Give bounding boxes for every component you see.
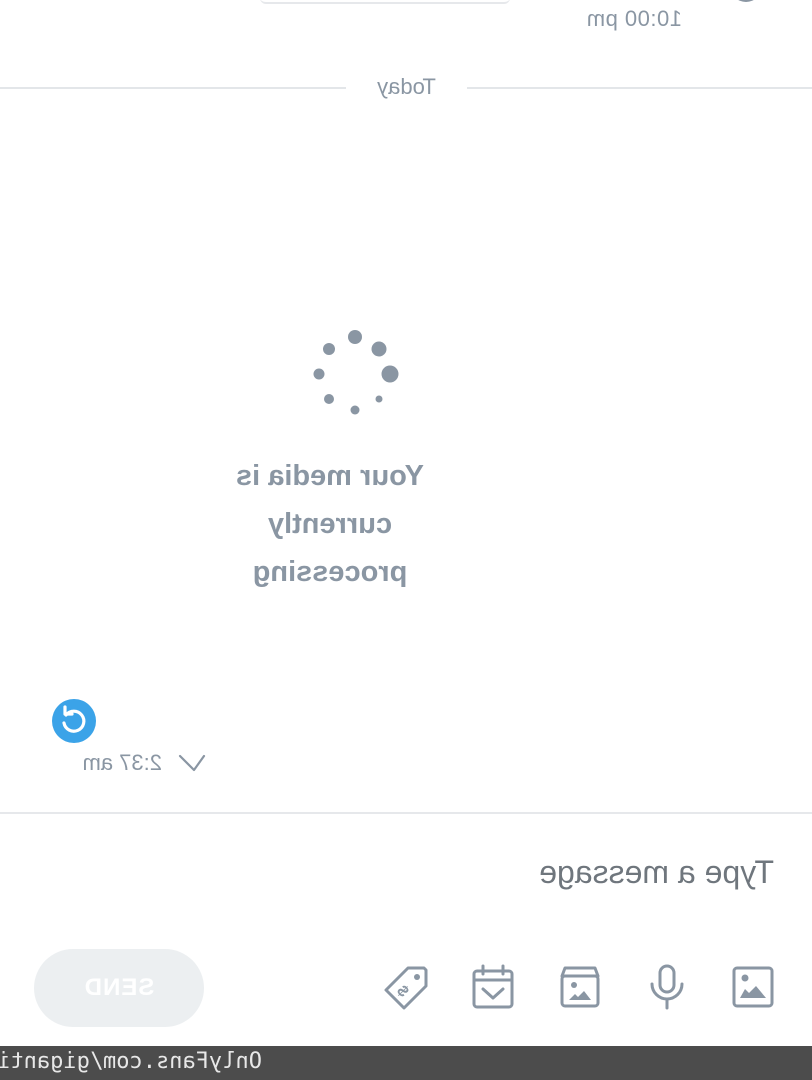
media-processing-text: Your media is currently processing bbox=[235, 460, 425, 588]
send-button[interactable]: SEND bbox=[34, 949, 204, 1027]
divider-line-right bbox=[0, 87, 346, 89]
message-input[interactable] bbox=[174, 842, 774, 902]
composer-divider bbox=[0, 812, 812, 814]
mirrored-content: 10:00 pm Today Your media is currently p… bbox=[0, 0, 812, 1080]
image-icon[interactable] bbox=[728, 962, 778, 1012]
day-divider: Today bbox=[0, 72, 812, 102]
check-icon bbox=[178, 754, 206, 774]
price-tag-icon[interactable]: $ bbox=[382, 962, 432, 1012]
chat-screen: 10:00 pm Today Your media is currently p… bbox=[0, 0, 812, 1080]
schedule-icon[interactable] bbox=[468, 962, 518, 1012]
message-time: 2:37 am bbox=[82, 750, 163, 775]
divider-line-left bbox=[467, 87, 812, 89]
avatar[interactable] bbox=[730, 0, 762, 2]
previous-message-time: 10:00 pm bbox=[586, 6, 682, 31]
refresh-icon[interactable] bbox=[52, 699, 96, 743]
loading-spinner-icon bbox=[300, 319, 410, 429]
watermark-text: OnlyFans.com/gigantits bbox=[0, 1049, 262, 1074]
day-divider-label: Today bbox=[377, 74, 436, 99]
message-status: 2:37 am bbox=[52, 740, 212, 790]
previous-message-bubble[interactable] bbox=[260, 0, 510, 4]
microphone-icon[interactable] bbox=[642, 962, 692, 1012]
vault-icon[interactable] bbox=[555, 962, 605, 1012]
